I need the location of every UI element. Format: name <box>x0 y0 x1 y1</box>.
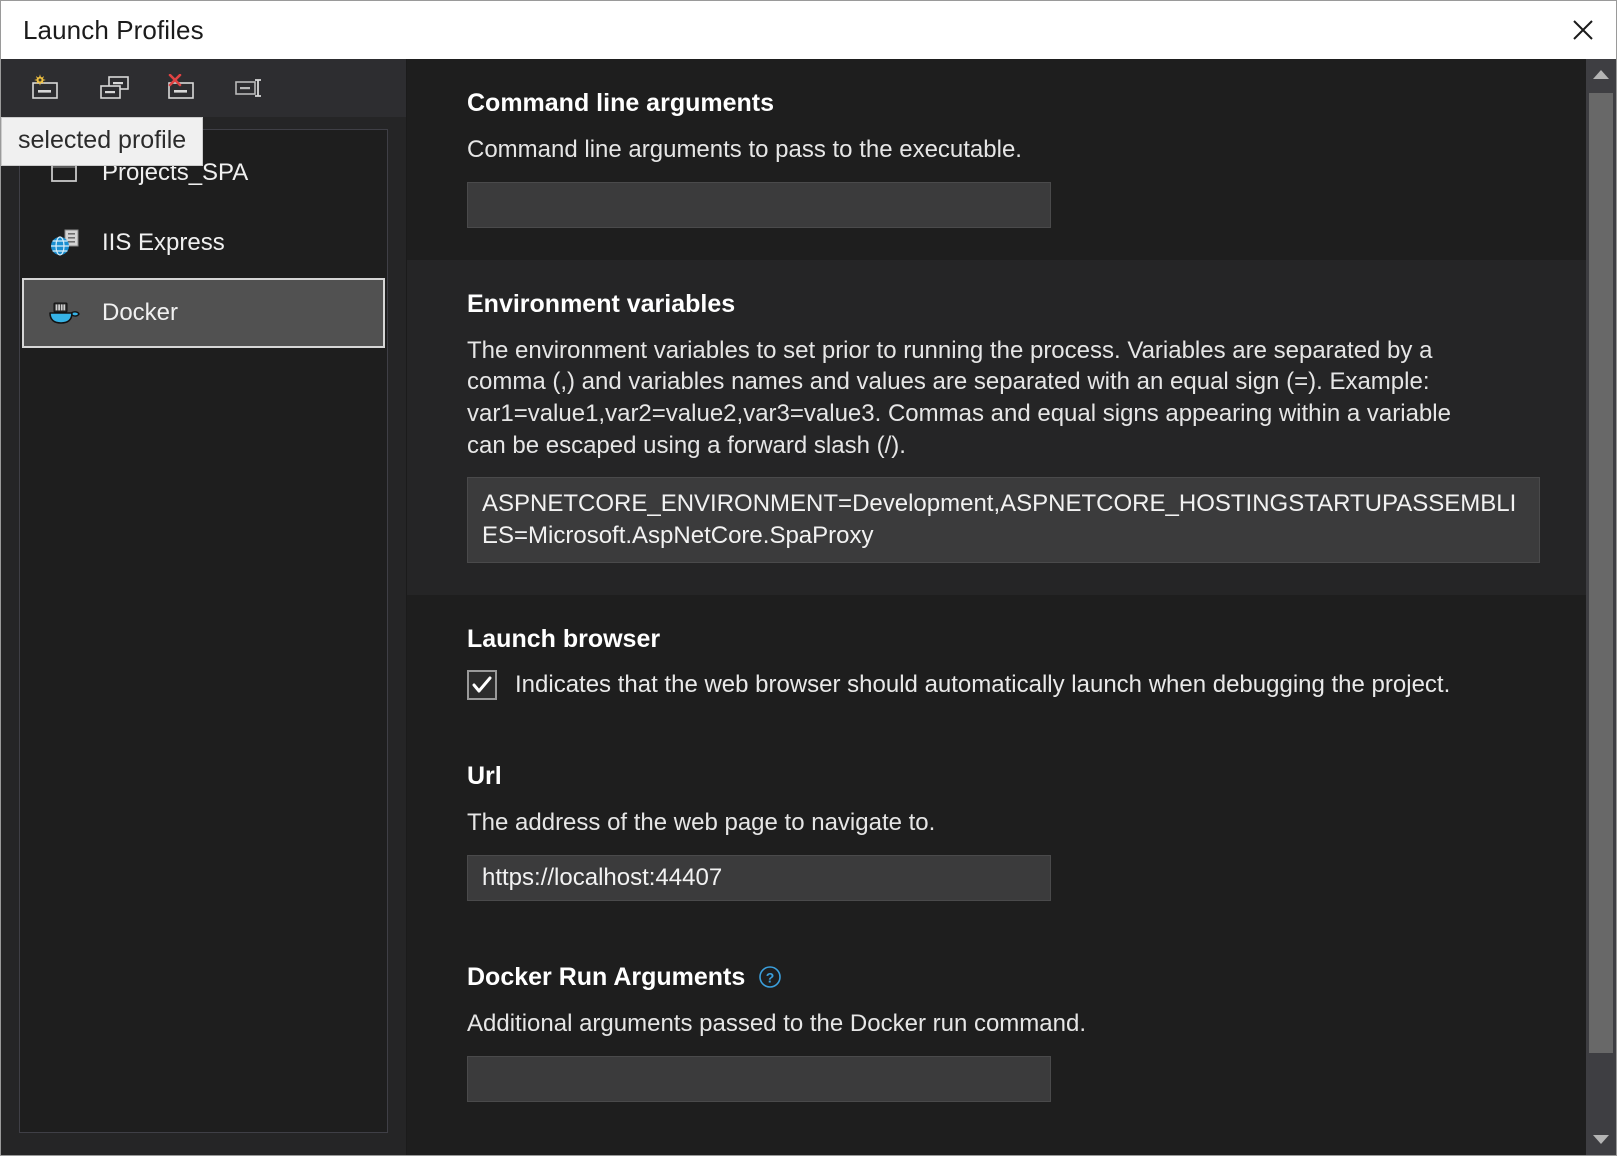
profile-item-docker[interactable]: Docker <box>22 278 385 348</box>
svg-text:?: ? <box>766 970 775 986</box>
section-description: The environment variables to set prior t… <box>467 335 1467 462</box>
profile-item-iis-express[interactable]: IIS Express <box>22 208 385 278</box>
environment-variables-input[interactable]: ASPNETCORE_ENVIRONMENT=Development,ASPNE… <box>467 477 1540 563</box>
section-docker-run-arguments: Docker Run Arguments ? Additional argume… <box>407 933 1586 1134</box>
launch-browser-checkbox[interactable] <box>467 670 497 700</box>
rename-profile-icon <box>234 74 268 102</box>
new-profile-icon <box>30 74 64 102</box>
section-launch-browser: Launch browser Indicates that the web br… <box>407 595 1586 732</box>
settings-content: Command line arguments Command line argu… <box>407 59 1586 1155</box>
section-environment-variables: Environment variables The environment va… <box>407 260 1586 596</box>
launch-browser-row[interactable]: Indicates that the web browser should au… <box>467 670 1526 700</box>
profiles-pane: Projects_SPA <box>1 59 407 1155</box>
section-description: The address of the web page to navigate … <box>467 807 1467 839</box>
settings-scrollbar[interactable] <box>1586 59 1616 1155</box>
profile-item-label: Docker <box>102 299 178 327</box>
section-heading: Environment variables <box>467 290 1526 319</box>
dialog-body: Projects_SPA <box>1 59 1616 1155</box>
profiles-toolbar <box>1 59 406 117</box>
scrollbar-track[interactable] <box>1586 89 1616 1125</box>
docker-run-arguments-input[interactable] <box>467 1056 1051 1102</box>
section-command-line-arguments: Command line arguments Command line argu… <box>407 59 1586 260</box>
scroll-up-button[interactable] <box>1586 59 1616 89</box>
launch-browser-label: Indicates that the web browser should au… <box>515 671 1450 699</box>
section-heading: Url <box>467 762 1526 791</box>
section-description: Additional arguments passed to the Docke… <box>467 1008 1467 1040</box>
section-heading: Docker Run Arguments ? <box>467 963 1526 992</box>
profile-item-label: IIS Express <box>102 229 225 257</box>
check-icon <box>471 675 493 695</box>
section-heading-label: Docker Run Arguments <box>467 963 745 992</box>
duplicate-profile-icon <box>98 74 132 102</box>
tooltip-selected-profile: selected profile <box>1 117 203 166</box>
section-heading: Launch browser <box>467 625 1526 654</box>
title-bar: Launch Profiles <box>1 1 1616 59</box>
docker-whale-icon <box>48 297 82 329</box>
close-button[interactable] <box>1550 1 1616 59</box>
settings-pane: Command line arguments Command line argu… <box>407 59 1616 1155</box>
close-icon <box>1568 15 1598 45</box>
delete-profile-button[interactable] <box>163 71 203 105</box>
chevron-up-icon <box>1592 68 1610 80</box>
scrollbar-thumb[interactable] <box>1589 93 1613 1053</box>
duplicate-profile-button[interactable] <box>95 71 135 105</box>
new-profile-button[interactable] <box>27 71 67 105</box>
help-circle-icon[interactable]: ? <box>757 964 783 990</box>
scroll-down-button[interactable] <box>1586 1125 1616 1155</box>
url-input[interactable]: https://localhost:44407 <box>467 855 1051 901</box>
section-heading: Command line arguments <box>467 89 1526 118</box>
launch-profiles-dialog: Launch Profiles <box>0 0 1617 1156</box>
delete-profile-icon <box>166 74 200 102</box>
rename-profile-button[interactable] <box>231 71 271 105</box>
iis-globe-icon <box>48 227 82 259</box>
profile-list[interactable]: Projects_SPA <box>19 129 388 1133</box>
section-url: Url The address of the web page to navig… <box>407 732 1586 933</box>
chevron-down-icon <box>1592 1134 1610 1146</box>
command-line-arguments-input[interactable] <box>467 182 1051 228</box>
section-description: Command line arguments to pass to the ex… <box>467 134 1467 166</box>
page-title: Launch Profiles <box>23 15 204 46</box>
